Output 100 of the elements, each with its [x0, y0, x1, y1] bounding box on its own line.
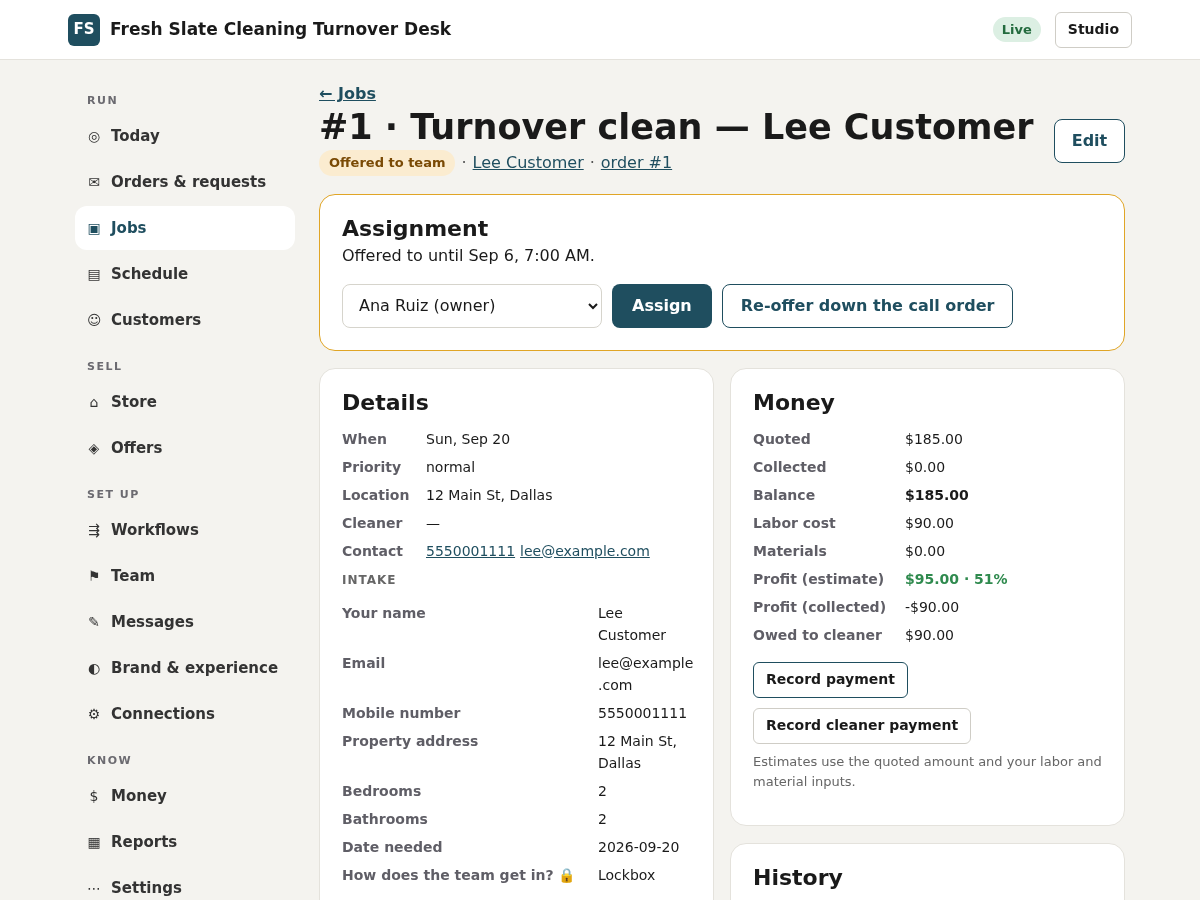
record-cleaner-payment-button[interactable]: Record cleaner payment [753, 707, 972, 744]
nav-item[interactable]: ⚑ Team [75, 554, 295, 598]
nav-icon: ⋯ [87, 877, 101, 899]
nav-item[interactable]: ▤ Schedule [75, 252, 295, 296]
contact-link[interactable]: lee@example.com [520, 536, 650, 565]
field-label: Labor cost [753, 513, 837, 533]
field-label: Bedrooms [342, 781, 423, 801]
field-label: Bathrooms [342, 809, 429, 829]
field-label: Profit (estimate) [753, 569, 886, 589]
field-value: Lockbox [598, 865, 657, 885]
separator: · [589, 151, 595, 174]
nav-item[interactable]: ⇶ Workflows [75, 508, 295, 552]
nav-icon: ⚑ [87, 565, 101, 587]
nav-item[interactable]: ▣ Jobs [75, 206, 295, 250]
nav-icon: ⇶ [87, 519, 101, 541]
section-heading: KNOW [86, 752, 134, 769]
section-heading: RUN [86, 92, 120, 109]
nav-item[interactable]: ☺ Customers [75, 298, 295, 342]
nav-icon: ▤ [87, 263, 101, 285]
field-label: How does the team get in? 🔒 [342, 865, 577, 885]
field-value: $185.00 [905, 429, 964, 449]
edit-button[interactable]: Edit [1054, 119, 1125, 163]
field-value: $0.00 [905, 457, 947, 477]
nav-item[interactable]: ⋯ Settings [75, 866, 295, 900]
nav-item[interactable]: ◎ Today [75, 114, 295, 158]
field-label: When [342, 429, 388, 449]
field-value: — [426, 513, 441, 533]
nav-item[interactable]: ⌂ Store [75, 380, 295, 424]
field-value: $90.00 [905, 625, 955, 645]
nav-item[interactable]: ◈ Offers [75, 426, 295, 470]
back-link[interactable]: ← Jobs [319, 84, 376, 104]
field-value: 12 Main St, Dallas [598, 731, 678, 773]
nav-item[interactable]: ✉ Orders & requests [75, 160, 295, 204]
customer-link[interactable]: Lee Customer [472, 150, 584, 175]
nav-item[interactable]: ▦ Reports [75, 820, 295, 864]
studio-button[interactable]: Studio [1054, 11, 1132, 48]
section-heading: SET UP [86, 486, 141, 503]
field-value: Sun, Sep 20 [426, 429, 512, 449]
status-badge: Offered to team [319, 150, 456, 176]
card-title: Money [753, 388, 836, 417]
nav-icon: ⌂ [87, 391, 101, 413]
nav-icon: ✉ [87, 171, 101, 193]
field-label: Contact [342, 541, 404, 561]
nav-item[interactable]: $ Money [75, 774, 295, 818]
field-label: Priority [342, 457, 403, 477]
separator: · [461, 151, 467, 174]
field-label: Profit (collected) [753, 597, 888, 617]
nav-item[interactable]: ◐ Brand & experience [75, 646, 295, 690]
field-label: Balance [753, 485, 817, 505]
nav-item[interactable]: ✎ Messages [75, 600, 295, 644]
field-label: Materials [753, 541, 828, 561]
nav-icon: ☺ [87, 309, 101, 331]
field-value: $95.00 · 51% [905, 569, 1009, 589]
section-heading: SELL [86, 358, 124, 375]
nav-item[interactable]: ⚙ Connections [75, 692, 295, 736]
field-label: Email [342, 653, 387, 673]
card-title: History [753, 863, 844, 892]
job-title: #1 · Turnover clean — Lee Customer [319, 106, 1034, 149]
field-value: lee@example.com [598, 653, 694, 695]
nav-icon: ▦ [87, 831, 101, 853]
field-label: Location [342, 485, 411, 505]
field-label: Date needed [342, 837, 444, 857]
nav-icon: ◈ [87, 437, 101, 459]
cleaner-select[interactable]: Ana Ruiz (owner) [342, 283, 602, 328]
estimate-note: Estimates use the quoted amount and your labor and material inputs. [753, 752, 1102, 791]
logo: FS [68, 13, 100, 46]
nav-icon: $ [87, 785, 101, 807]
assignment-note: Offered to until Sep 6, 7:00 AM. [342, 244, 596, 267]
order-link[interactable]: order #1 [600, 150, 673, 175]
field-value: -$90.00 [905, 597, 961, 617]
app-title: Fresh Slate Cleaning Turnover Desk [110, 17, 452, 41]
card-title: Details [342, 388, 430, 417]
nav-icon: ▣ [87, 217, 101, 239]
field-value: Lee Customer [598, 603, 667, 645]
field-value: normal [426, 457, 477, 477]
field-label: Property address [342, 731, 480, 751]
field-value: 2 [598, 809, 608, 829]
field-label: Cleaner [342, 513, 404, 533]
field-value: 2026-09-20 [598, 837, 681, 857]
nav-icon: ◎ [87, 125, 101, 147]
field-label: Owed to cleaner [753, 625, 883, 645]
assign-button[interactable]: Assign [612, 283, 712, 328]
field-value: 2 [598, 781, 608, 801]
field-value: $185.00 [905, 485, 970, 505]
field-value: 12 Main St, Dallas [426, 485, 554, 505]
card-title: Assignment [342, 214, 490, 243]
reoffer-button[interactable]: Re-offer down the call order [721, 283, 1014, 328]
record-payment-button[interactable]: Record payment [753, 661, 908, 698]
field-value: $0.00 [905, 541, 947, 561]
nav-icon: ⚙ [87, 703, 101, 725]
field-label: Collected [753, 457, 828, 477]
field-value: $90.00 [905, 513, 955, 533]
status-badge: Live [992, 16, 1041, 43]
field-label: Quoted [753, 429, 812, 449]
field-label: Mobile number [342, 703, 462, 723]
nav-icon: ◐ [87, 657, 101, 679]
contact-link[interactable]: 5550001111 [426, 536, 516, 565]
nav-icon: ✎ [87, 611, 101, 633]
section-heading: INTAKE [342, 571, 398, 589]
field-value: 5550001111 [598, 703, 689, 723]
